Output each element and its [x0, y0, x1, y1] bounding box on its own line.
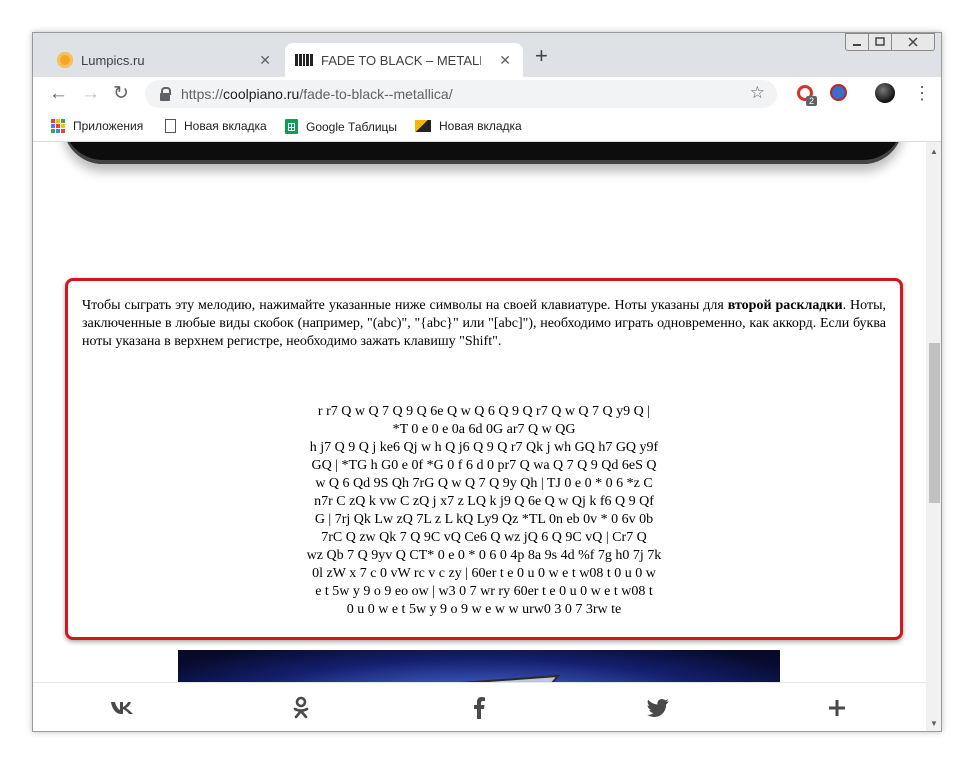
page-viewport: Чтобы сыграть эту мелодию, нажимайте ука… — [33, 142, 941, 731]
bookmark-new-tab[interactable]: Новая вкладка — [165, 119, 267, 133]
share-facebook-button[interactable] — [390, 683, 569, 731]
bookmark-label: Новая вкладка — [439, 119, 522, 133]
scroll-up-arrow-icon[interactable]: ▲ — [930, 147, 938, 156]
profile-avatar[interactable] — [875, 83, 895, 103]
notes-line: e t 5w y 9 o 9 eo ow | w3 0 7 wr ry 60er… — [315, 584, 653, 599]
close-icon[interactable]: ✕ — [259, 52, 271, 69]
window-close-button[interactable] — [891, 33, 935, 51]
notes-line: wz Qb 7 Q 9yv Q CT* 0 e 0 * 0 6 0 4p 8a … — [306, 548, 662, 563]
maximize-icon — [875, 37, 885, 46]
bookmark-new-tab-2[interactable]: Новая вкладка — [415, 119, 522, 133]
browser-toolbar: ← → ↻ https://coolpiano.ru/fade-to-black… — [33, 77, 941, 111]
vk-icon — [111, 702, 134, 714]
reload-icon[interactable]: ↻ — [113, 83, 129, 105]
piano-banner-bottom — [63, 142, 903, 164]
notes-line: h j7 Q 9 Q j ke6 Qj w h Q j6 Q 9 Q r7 Qk… — [309, 440, 659, 455]
kebab-menu-icon[interactable]: ⋮ — [913, 83, 931, 104]
sheets-icon — [285, 119, 298, 134]
maximize-button[interactable] — [868, 33, 892, 51]
intro-bold: второй раскладки — [727, 298, 843, 313]
share-odnoklassniki-button[interactable] — [212, 683, 391, 731]
notes-line: w Q 6 Qd 9S Qh 7rG Q w Q 7 Q 9y Qh | TJ … — [315, 476, 653, 491]
image-icon — [415, 120, 431, 132]
piano-favicon-icon — [295, 54, 313, 66]
scroll-down-arrow-icon[interactable]: ▼ — [930, 719, 938, 728]
document-icon — [165, 119, 176, 133]
notes-line: 0l zW x 7 c 0 vW rc v c zy | 60er t e 0 … — [312, 566, 656, 581]
tab-coolpiano[interactable]: FADE TO BLACK – METALLICA. Н ✕ — [285, 43, 523, 77]
tab-label: Lumpics.ru — [81, 52, 145, 68]
notes-line: 7rC Q zw Qk 7 Q 9C vQ Ce6 Q wz jQ 6 Q 9C… — [321, 530, 647, 545]
notes-line: GQ | *TG h G0 e 0f *G 0 f 6 d 0 pr7 Q wa… — [311, 458, 657, 473]
notes-line: r r7 Q w Q 7 Q 9 Q 6e Q w Q 6 Q 9 Q r7 Q… — [317, 404, 651, 419]
bookmark-label: Google Таблицы — [306, 119, 398, 134]
url-scheme: https:// — [181, 86, 224, 102]
vertical-scrollbar[interactable]: ▲ ▼ — [926, 142, 941, 731]
instructions-box: Чтобы сыграть эту мелодию, нажимайте ука… — [65, 278, 903, 640]
notes-line: G | 7rj Qk Lw zQ 7L z L kQ Ly9 Qz *TL 0n… — [314, 512, 654, 527]
notes-block: r r7 Q w Q 7 Q 9 Q 6e Q w Q 6 Q 9 Q r7 Q… — [82, 403, 886, 619]
bookmarks-bar: Приложения Новая вкладка Google Таблицы … — [33, 111, 941, 142]
share-bar — [33, 682, 926, 731]
extension-badge: 2 — [806, 96, 818, 106]
tab-label: FADE TO BLACK – METALLICA. Н — [321, 52, 481, 68]
notes-line: n7r C zQ k vw C zQ j x7 z LQ k j9 Q 6e Q… — [314, 494, 654, 509]
close-window-icon — [908, 37, 918, 47]
url-host: coolpiano.ru — [223, 86, 300, 102]
tab-strip: Lumpics.ru ✕ FADE TO BLACK – METALLICA. … — [33, 33, 941, 77]
share-more-button[interactable] — [747, 683, 926, 731]
back-arrow-icon[interactable]: ← — [49, 83, 68, 105]
minimize-icon — [853, 44, 861, 46]
share-vk-button[interactable] — [33, 683, 212, 731]
address-bar[interactable]: https://coolpiano.ru/fade-to-black--meta… — [145, 80, 777, 108]
apps-icon — [51, 119, 65, 133]
scrollbar-thumb[interactable] — [929, 343, 940, 503]
tab-lumpics[interactable]: Lumpics.ru ✕ — [45, 43, 283, 77]
notes-line: *T 0 e 0 e 0a 6d 0G ar7 Q w QG — [392, 422, 576, 437]
browser-window: Lumpics.ru ✕ FADE TO BLACK – METALLICA. … — [32, 32, 942, 732]
minimize-button[interactable] — [845, 33, 869, 51]
url-path: /fade-to-black--metallica/ — [299, 86, 453, 102]
twitter-icon — [647, 699, 669, 717]
lumpics-favicon-icon — [57, 52, 73, 68]
bookmark-apps[interactable]: Приложения — [51, 119, 143, 133]
odnoklassniki-icon — [293, 696, 309, 719]
plus-icon — [828, 700, 845, 716]
forward-arrow-icon[interactable]: → — [81, 83, 100, 105]
bookmark-label: Приложения — [73, 119, 144, 133]
facebook-icon — [474, 697, 486, 719]
lock-icon — [159, 87, 171, 101]
new-tab-plus-icon[interactable]: + — [535, 45, 548, 67]
intro-text-1: Чтобы сыграть эту мелодию, нажимайте ука… — [82, 298, 728, 313]
bookmark-label: Новая вкладка — [184, 119, 267, 133]
close-icon[interactable]: ✕ — [499, 52, 511, 69]
share-twitter-button[interactable] — [569, 683, 748, 731]
bookmark-google-sheets[interactable]: Google Таблицы — [285, 119, 397, 134]
url-text[interactable]: https://coolpiano.ru/fade-to-black--meta… — [181, 86, 453, 102]
instructions-text: Чтобы сыграть эту мелодию, нажимайте ука… — [82, 297, 886, 351]
extension-globe-icon[interactable] — [830, 84, 847, 101]
notes-line: 0 u 0 w e t 5w y 9 o 9 w e w w urw0 3 0 … — [346, 602, 622, 617]
bookmark-star-icon[interactable]: ☆ — [750, 83, 765, 103]
